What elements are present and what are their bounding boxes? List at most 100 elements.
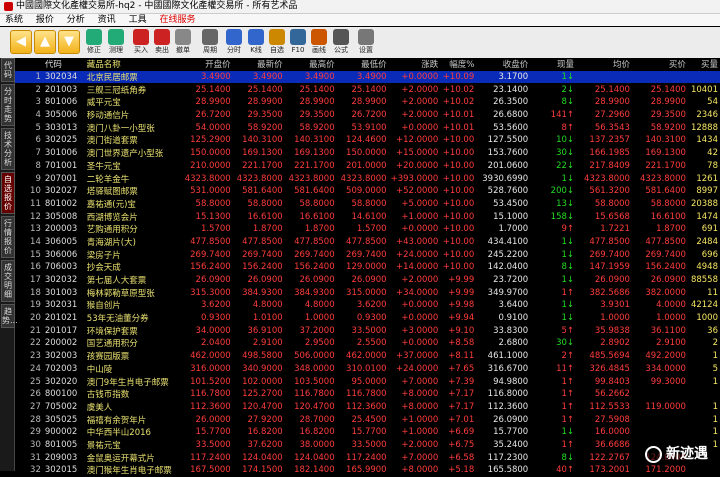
table-row[interactable]: 14 306005 青海湖片(大) 477.8500 477.8500 477.8500 4…: [15, 236, 720, 249]
table-cell: +15.0000: [396, 148, 439, 159]
sidebar-tab[interactable]: 分时走势: [1, 84, 15, 126]
timeshare-button[interactable]: 分时: [224, 28, 244, 57]
sidebar-tab[interactable]: 自选报价: [1, 172, 15, 214]
table-row[interactable]: 32 302015 澳门猴年生肖电子邮票 167.5000 174.1500 182.14…: [15, 464, 720, 477]
table-cell: 506.0000: [294, 351, 335, 362]
settings-button[interactable]: 设置: [356, 28, 376, 57]
table-cell: 1000: [696, 313, 718, 324]
sidebar-tab[interactable]: 趋势...: [1, 304, 18, 328]
table-row[interactable]: 11 801002 嘉祐通(元)宝 58.8000 58.8000 58.8000 58.8…: [15, 198, 720, 211]
table-cell: 124.4600: [346, 135, 387, 146]
table-cell: 498.5800: [242, 351, 283, 362]
table-cell: 15: [30, 249, 41, 260]
table-cell: 25.1400: [594, 84, 630, 95]
toolbar-label: K线: [250, 46, 262, 54]
table-row[interactable]: 16 706003 抄会天成 156.2400 156.2400 156.2400 129.…: [15, 261, 720, 274]
menu-analysis[interactable]: 分析: [62, 14, 90, 26]
sidebar-tab[interactable]: 技术分析: [1, 128, 15, 170]
table-row[interactable]: 30 801005 景祐元宝 33.5000 37.6200 38.0000 33.5000…: [15, 439, 720, 452]
table-row[interactable]: 8 701001 圣牛元宝 210.0000 221.1700 221.1700 201.0…: [15, 160, 720, 173]
table-row[interactable]: 10 302027 塔驿赋图邮票 531.0000 581.6400 581.6400 50…: [15, 185, 720, 198]
menu-system[interactable]: 系统: [0, 14, 28, 26]
table-cell: 125.2700: [242, 389, 283, 400]
column-header[interactable]: 藏品名称: [84, 58, 181, 71]
column-header[interactable]: 最高价: [284, 58, 337, 71]
sidebar-tab[interactable]: 代码: [1, 58, 15, 82]
menu-online-service[interactable]: 在线服务: [154, 14, 200, 26]
table-cell: +12.0000: [396, 135, 439, 146]
column-header[interactable]: 买量: [687, 58, 720, 71]
column-header[interactable]: 最低价: [336, 58, 389, 71]
column-header[interactable]: 买价: [631, 58, 688, 71]
table-row[interactable]: 15 306006 梁房子片 269.7400 269.7400 269.7400 269.…: [15, 248, 720, 261]
table-cell: 477.8500: [242, 236, 283, 247]
draw-line-button[interactable]: 画线: [309, 28, 329, 57]
table-cell: 威平元宝: [86, 98, 121, 109]
table-row[interactable]: 26 800100 古钱币指数 116.7800 125.2700 116.7800 116…: [15, 388, 720, 401]
table-row[interactable]: 25 302020 澳门9年生肖电子邮票 101.5200 102.0000 103.50…: [15, 375, 720, 388]
favorites-button[interactable]: 自选: [267, 28, 287, 57]
table-row[interactable]: 13 200003 艺购通用积分 1.5700 1.8700 1.8700 1.5700 +0…: [15, 223, 720, 236]
period-button[interactable]: 周期: [200, 28, 220, 57]
sell-button[interactable]: 卖出: [152, 28, 172, 57]
column-header[interactable]: 代码: [42, 58, 85, 71]
table-cell: +9.94: [448, 313, 475, 324]
table-cell: 103.5000: [294, 376, 335, 387]
table-row[interactable]: 6 302025 澳门街道套票 125.2900 140.3100 140.3100 124…: [15, 134, 720, 147]
table-cell: 23.7200: [493, 275, 529, 286]
menu-news[interactable]: 资讯: [93, 14, 121, 26]
table-row[interactable]: 17 302032 第七届人大套票 26.0900 26.0900 26.0900 26.0…: [15, 274, 720, 287]
table-row[interactable]: 23 302003 孩赛园版票 462.0000 498.5800 506.0000 462…: [15, 350, 720, 363]
table-row[interactable]: 18 301003 梅林郭勒草原型张 315.3000 384.9300 384.9300…: [15, 286, 720, 299]
table-cell: 1: [712, 376, 718, 387]
cancel-order-button[interactable]: 撤单: [173, 28, 193, 57]
edit-button[interactable]: 修正: [84, 28, 104, 57]
column-header[interactable]: 涨跌: [388, 58, 441, 71]
table-row[interactable]: 1 302034 北京民居邮票 3.4900 3.4900 3.4900 3.4900 +0.…: [15, 70, 720, 84]
left-sidebar: 代码分时走势技术分析自选报价行情报价成交明细趋势...: [0, 58, 18, 471]
up-arrow-icon[interactable]: ▲: [34, 30, 56, 54]
table-row[interactable]: 4 305006 移动通信片 26.7200 29.3500 29.3500 26.7200…: [15, 109, 720, 122]
table-cell: +8.0000: [401, 401, 439, 412]
menu-tools[interactable]: 工具: [124, 14, 152, 26]
table-row[interactable]: 28 305025 福禧有余贺年片 26.0000 27.9200 28.7000 25.4…: [15, 413, 720, 426]
table-row[interactable]: 24 702003 中山陵 316.0000 340.9000 348.0000 310.0…: [15, 363, 720, 376]
column-header[interactable]: 最新价: [232, 58, 285, 71]
table-row[interactable]: 3 801006 威平元宝 28.9900 28.9900 28.9900 28.9900 +…: [15, 96, 720, 109]
table-row[interactable]: 21 201017 环境保护套票 34.0000 36.9100 37.2000 33.50…: [15, 324, 720, 337]
table-row[interactable]: 12 305008 西湖博览会片 15.1300 16.6100 16.6100 14.61…: [15, 210, 720, 223]
column-header[interactable]: 均价: [576, 58, 632, 71]
column-header[interactable]: [15, 58, 43, 71]
table-cell: 11: [30, 198, 41, 209]
quote-table: 代码 藏品名称 开盘价 最新价 最高价 最低价 涨跌 幅度% 收盘价 现量 均价 买价 买量 1 3020…: [15, 58, 720, 477]
formula-button[interactable]: 公式: [331, 28, 351, 57]
column-header[interactable]: 现量: [530, 58, 577, 71]
column-header[interactable]: 幅度%: [440, 58, 477, 71]
table-row[interactable]: 9 207001 二轮羊金牛 4323.8000 4323.8000 4323.8000 4…: [15, 172, 720, 185]
table-row[interactable]: 20 201021 53年无油董分券 0.9300 1.0100 1.0000 0.9300…: [15, 312, 720, 325]
measure-button[interactable]: 测理: [106, 28, 126, 57]
column-header[interactable]: 开盘价: [180, 58, 233, 71]
kline-button[interactable]: K线: [246, 28, 266, 57]
table-cell: 801006: [44, 97, 78, 108]
table-row[interactable]: 7 301006 澳门世界遗产小型张 150.0000 169.1300 169.1300…: [15, 147, 720, 160]
table-cell: 1.7221: [600, 224, 630, 235]
sidebar-tab[interactable]: 行情报价: [1, 216, 15, 258]
table-cell: 153.7600: [487, 148, 529, 159]
table-row[interactable]: 29 900002 中华西半山2016 15.7700 16.8200 16.8200 15…: [15, 426, 720, 439]
back-arrow-icon[interactable]: ◀: [10, 30, 32, 54]
table-cell: 303013: [44, 122, 78, 133]
table-cell: +0.0000: [388, 70, 441, 84]
table-row[interactable]: 5 303013 澳门八卦一小型张 54.0000 58.9200 58.9200 53.9…: [15, 121, 720, 134]
menu-quote[interactable]: 报价: [31, 14, 59, 26]
f10-button[interactable]: F10: [288, 28, 308, 57]
table-row[interactable]: 22 200002 国艺通用积分 2.0400 2.9100 2.9500 2.5500 +0…: [15, 337, 720, 350]
column-header[interactable]: 收盘价: [476, 58, 531, 71]
table-row[interactable]: 19 302031 猴自创片 3.6200 4.8000 4.8000 3.6200 +0.0…: [15, 299, 720, 312]
table-row[interactable]: 2 201003 三舰三冠纸角券 25.1400 25.1400 25.1400 25.14…: [15, 83, 720, 96]
table-row[interactable]: 31 209003 金鼠奥运开幕式片 117.2400 124.0400 124.0400…: [15, 451, 720, 464]
buy-button[interactable]: 买入: [131, 28, 151, 57]
down-arrow-icon[interactable]: ▼: [58, 30, 80, 54]
table-row[interactable]: 27 705002 虞美人 112.3600 120.4700 120.4700 112.3…: [15, 401, 720, 414]
sidebar-tab[interactable]: 成交明细: [1, 260, 15, 302]
